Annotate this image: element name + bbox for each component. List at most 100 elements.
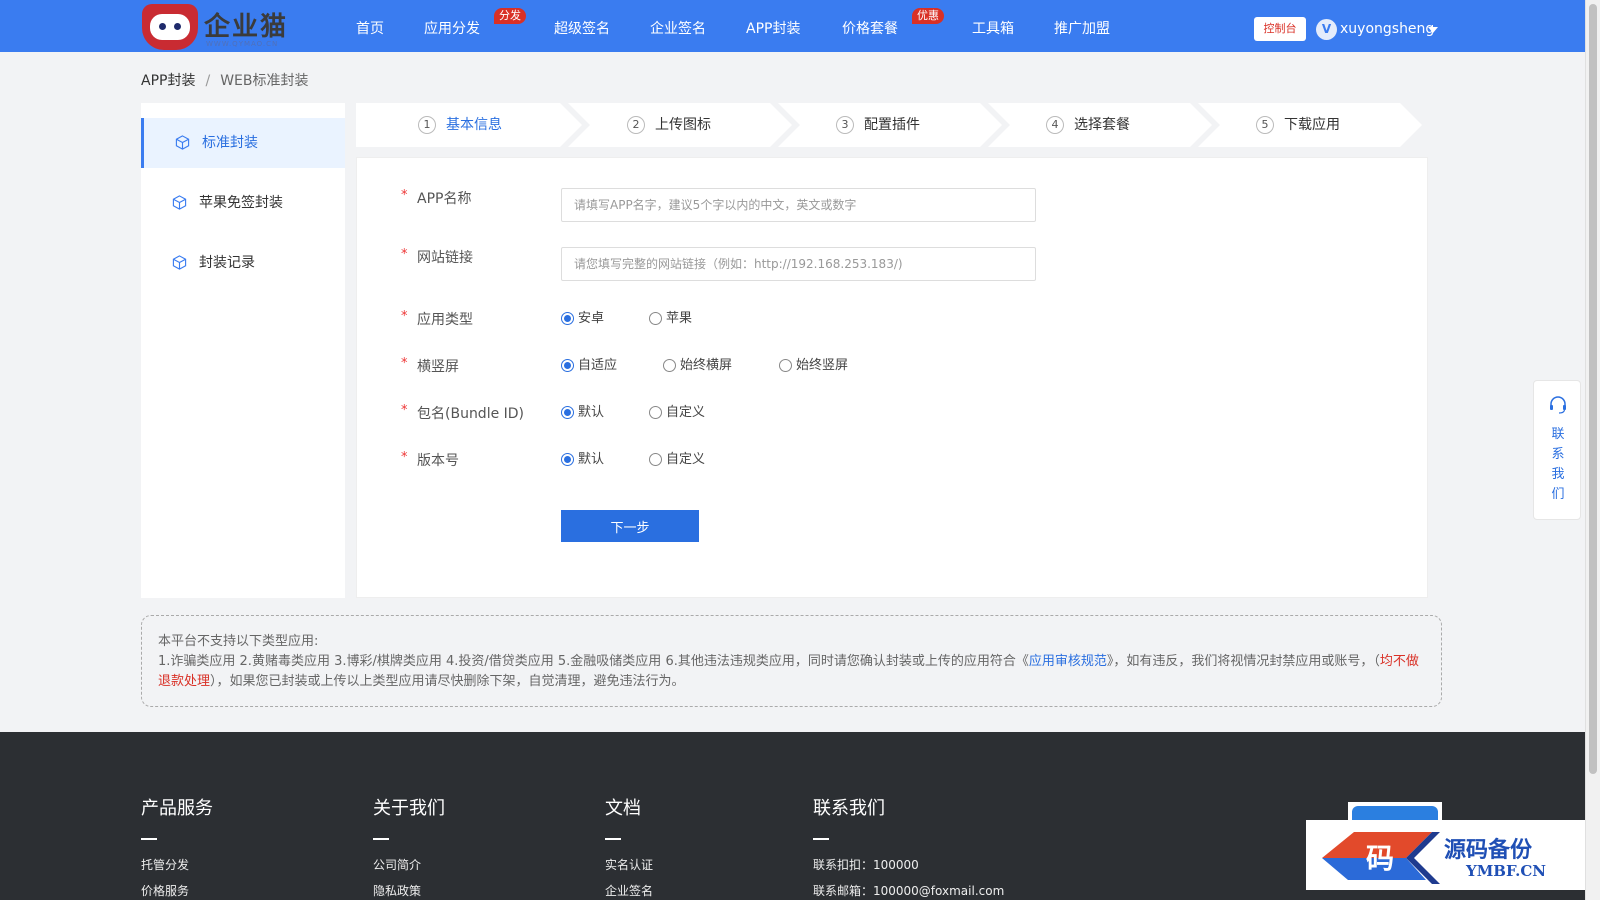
cube-icon [172,255,187,270]
watermark-glyph: 码 [1366,842,1394,875]
contact-us-label: 联系我们 [1551,427,1565,502]
step-label: 选择套餐 [1074,117,1130,133]
step-label: 下载应用 [1284,117,1340,133]
app-name-label: APP名称 [417,191,472,207]
watermark-tab [1348,802,1442,822]
required-mark: * [401,450,408,465]
footer-link-pricing[interactable]: 价格服务 [141,882,189,899]
contact-us-float[interactable]: 联系我们 [1533,380,1581,520]
required-mark: * [401,247,408,262]
breadcrumb: APP封装 / WEB标准封装 [141,70,308,90]
radio-label: 默认 [578,452,605,467]
step-label: 配置插件 [864,117,920,133]
version-label: 版本号 [417,453,459,469]
nav-app-wrap[interactable]: APP封装 [746,0,800,52]
sidebar-item-label: 苹果免签封装 [199,195,283,211]
notice-body: 1.诈骗类应用 2.黄赌毒类应用 3.博彩/棋牌类应用 4.投资/借贷类应用 5… [158,652,1425,692]
nav-enterprise-sign[interactable]: 企业签名 [650,0,706,52]
nav-home[interactable]: 首页 [356,0,384,52]
radio-label: 苹果 [666,311,693,326]
step-config-plugins[interactable]: 3 配置插件 [778,103,998,147]
footer-link-company[interactable]: 公司简介 [373,856,421,873]
review-policy-link[interactable]: 应用审核规范 [1029,654,1107,669]
page-scrollbar[interactable] [1585,0,1600,900]
footer-divider [141,838,157,840]
nav-app-distribution[interactable]: 应用分发 [424,0,480,52]
watermark-title: 源码备份 [1444,837,1533,863]
footer-link-enterprise-sign[interactable]: 企业签名 [605,882,653,899]
radio-label: 自定义 [666,452,706,467]
user-name[interactable]: xuyongsheng [1340,19,1434,39]
footer-link-verification[interactable]: 实名认证 [605,856,653,873]
step-select-plan[interactable]: 4 选择套餐 [988,103,1208,147]
radio-dot [561,312,574,325]
sidebar-item-apple-wrap[interactable]: 苹果免签封装 [141,178,345,228]
footer-divider [813,838,829,840]
radio-dot [561,359,574,372]
footer-title-about: 关于我们 [373,798,445,819]
form-panel: * APP名称 * 网站链接 * 应用类型 安卓 苹果 * 横竖屏 自适应 始终… [356,157,1428,598]
orientation-label: 横竖屏 [417,359,459,375]
notice-heading: 本平台不支持以下类型应用: [158,634,319,649]
step-label: 上传图标 [655,117,711,133]
step-upload-icon[interactable]: 2 上传图标 [568,103,788,147]
radio-dot [649,453,662,466]
footer-contact-email: 联系邮箱：100000@foxmail.com [813,884,1005,898]
footer-divider [373,838,389,840]
nav-super-sign[interactable]: 超级签名 [554,0,610,52]
site-url-label: 网站链接 [417,250,473,266]
form-row-app-type: * 应用类型 安卓 苹果 [357,309,1429,345]
form-row-site-url: * 网站链接 [357,247,1429,283]
radio-label: 始终横屏 [680,358,733,373]
step-number: 5 [1256,116,1274,134]
form-row-bundle-id: * 包名(Bundle ID) 默认 自定义 [357,403,1429,439]
watermark-badge: 码 源码备份 YMBF.CN [1306,820,1594,890]
sidebar-item-wrap-records[interactable]: 封装记录 [141,238,345,288]
radio-dot [779,359,792,372]
step-number: 3 [836,116,854,134]
radio-dot [561,453,574,466]
radio-dot [649,406,662,419]
site-logo[interactable]: 企业猫 WWW.QYMAO.CN [142,4,302,50]
radio-label: 始终竖屏 [796,358,849,373]
footer-title-products: 产品服务 [141,798,213,819]
footer-link-hosting[interactable]: 托管分发 [141,856,189,873]
breadcrumb-current: WEB标准封装 [220,73,309,89]
required-mark: * [401,403,408,418]
nav-toolbox[interactable]: 工具箱 [972,0,1014,52]
app-name-input[interactable] [561,188,1036,222]
sidebar: 标准封装 苹果免签封装 封装记录 [141,103,345,598]
step-number: 4 [1046,116,1064,134]
nav-pricing[interactable]: 价格套餐 [842,0,898,52]
footer-link-privacy[interactable]: 隐私政策 [373,882,421,899]
watermark-domain: YMBF.CN [1466,862,1547,880]
user-avatar[interactable]: V [1316,19,1337,40]
step-number: 2 [627,116,645,134]
footer-title-docs: 文档 [605,798,641,819]
caret-down-icon[interactable] [1428,27,1438,33]
logo-name: 企业猫 [204,12,289,42]
sidebar-item-label: 标准封装 [202,135,258,151]
radio-dot [663,359,676,372]
step-number: 1 [418,116,436,134]
radio-label: 安卓 [578,311,605,326]
step-basic-info[interactable]: 1 基本信息 [356,103,576,147]
form-row-version: * 版本号 默认 自定义 [357,450,1429,486]
radio-dot [561,406,574,419]
nav-badge-distribution: 分发 [494,8,526,24]
console-button[interactable]: 控制台 [1254,17,1306,41]
footer-title-contact: 联系我们 [813,798,885,819]
nav-promotion[interactable]: 推广加盟 [1054,0,1110,52]
step-download-app[interactable]: 5 下载应用 [1198,103,1418,147]
next-step-button[interactable]: 下一步 [561,510,699,542]
breadcrumb-root[interactable]: APP封装 [141,73,195,89]
watermark-logo: 码 [1322,832,1440,884]
headset-icon [1550,396,1566,414]
site-url-input[interactable] [561,247,1036,281]
sidebar-item-standard-wrap[interactable]: 标准封装 [141,118,345,168]
scrollbar-thumb[interactable] [1589,4,1597,774]
app-type-label: 应用类型 [417,312,473,328]
radio-label: 自适应 [578,358,618,373]
policy-notice: 本平台不支持以下类型应用: 1.诈骗类应用 2.黄赌毒类应用 3.博彩/棋牌类应… [141,615,1442,707]
notice-text: 》，如有违反，我们将视情况封禁应用或账号，（ [1106,654,1380,669]
